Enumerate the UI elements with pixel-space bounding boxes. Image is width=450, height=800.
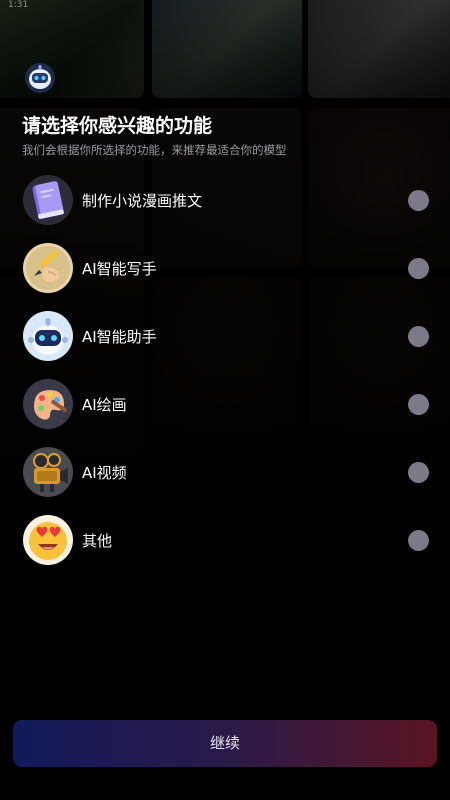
option-ai-video[interactable]: AI视频 [0, 442, 450, 502]
pencil-hand-icon [22, 242, 74, 294]
robot-icon [22, 310, 74, 362]
option-label: AI智能写手 [82, 260, 157, 278]
status-bar: 1:31 [0, 0, 450, 14]
option-ai-painting[interactable]: AI绘画 [0, 374, 450, 434]
heart-eyes-emoji-icon [22, 514, 74, 566]
radio-button[interactable] [408, 326, 429, 347]
paint-palette-icon [22, 378, 74, 430]
radio-button[interactable] [408, 462, 429, 483]
option-label: 制作小说漫画推文 [82, 192, 203, 210]
continue-button-label: 继续 [209, 734, 240, 752]
option-label: AI视频 [82, 464, 127, 482]
robot-mascot-icon [24, 62, 56, 94]
film-camera-icon [22, 446, 74, 498]
radio-button[interactable] [408, 190, 429, 211]
page-title: 请选择你感兴趣的功能 [22, 115, 213, 137]
status-time: 1:31 [8, 0, 29, 10]
option-label: 其他 [82, 532, 113, 550]
radio-button[interactable] [408, 258, 429, 279]
continue-button[interactable]: 继续 [13, 720, 437, 767]
option-other[interactable]: 其他 [0, 510, 450, 570]
option-label: AI绘画 [82, 396, 127, 414]
radio-button[interactable] [408, 530, 429, 551]
option-ai-writer[interactable]: AI智能写手 [0, 238, 450, 298]
option-ai-assistant[interactable]: AI智能助手 [0, 306, 450, 366]
book-icon [22, 174, 74, 226]
radio-button[interactable] [408, 394, 429, 415]
page-subtitle: 我们会根据你所选择的功能，来推荐最适合你的模型 [22, 143, 287, 157]
option-label: AI智能助手 [82, 328, 157, 346]
option-novel-comic[interactable]: 制作小说漫画推文 [0, 170, 450, 230]
